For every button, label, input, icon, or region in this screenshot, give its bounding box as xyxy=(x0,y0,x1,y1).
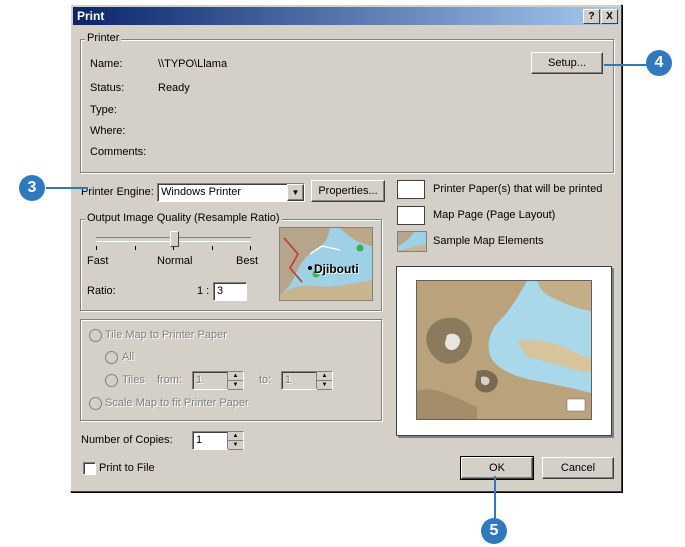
callout-4-line xyxy=(604,64,648,66)
print-to-file-checkbox[interactable] xyxy=(83,462,96,475)
best-label: Best xyxy=(236,255,259,267)
from-label: from: xyxy=(157,374,183,386)
from-spin[interactable]: ▲ ▼ xyxy=(227,372,243,390)
all-radio[interactable] xyxy=(105,351,118,364)
ratio-input[interactable]: 3 xyxy=(213,282,247,301)
map-page-legend-swatch xyxy=(397,206,425,225)
scale-map-radio[interactable] xyxy=(89,397,102,410)
preview-city-label: Djibouti xyxy=(314,262,359,276)
fast-label: Fast xyxy=(87,255,109,267)
copies-label: Number of Copies: xyxy=(81,434,173,446)
tile-map-radio[interactable] xyxy=(89,329,102,342)
paper-legend-label: Printer Paper(s) that will be printed xyxy=(433,183,603,195)
map-preview xyxy=(416,280,592,420)
from-stepper[interactable]: 1 ▲ ▼ xyxy=(192,371,244,390)
tile-map-label: Tile Map to Printer Paper xyxy=(105,329,227,341)
paper-legend-swatch xyxy=(397,180,425,199)
chevron-down-icon[interactable]: ▼ xyxy=(287,184,304,201)
printer-group-title: Printer xyxy=(85,32,122,44)
type-label: Type: xyxy=(90,104,117,116)
printer-engine-value: Windows Printer xyxy=(161,186,242,198)
tick-mark xyxy=(250,246,251,250)
help-button[interactable]: ? xyxy=(583,9,600,24)
tiles-label: Tiles xyxy=(122,374,145,386)
window-title: Print xyxy=(77,9,105,23)
tick-mark xyxy=(96,246,97,250)
printer-engine-label: Printer Engine: xyxy=(81,186,154,198)
to-stepper[interactable]: 1 ▲ ▼ xyxy=(281,371,333,390)
map-elements-legend-label: Sample Map Elements xyxy=(433,235,544,247)
page-preview xyxy=(396,266,612,436)
to-value: 1 xyxy=(285,374,292,386)
callout-4: 4 xyxy=(646,50,672,76)
callout-5-line xyxy=(494,476,496,520)
tick-mark xyxy=(135,246,136,250)
print-dialog: Print ? X Printer Name: \\TYPO\Llama Sta… xyxy=(70,4,622,492)
cancel-button[interactable]: Cancel xyxy=(542,457,614,479)
callout-5: 5 xyxy=(481,518,507,544)
from-value: 1 xyxy=(196,374,203,386)
ok-button[interactable]: OK xyxy=(460,456,534,480)
map-elements-legend-swatch xyxy=(397,231,427,252)
to-label: to: xyxy=(259,374,272,386)
copies-spin[interactable]: ▲ ▼ xyxy=(227,432,243,450)
callout-3-line xyxy=(46,187,88,189)
printer-engine-select[interactable]: Windows Printer ▼ xyxy=(157,183,305,202)
name-label: Name: xyxy=(90,58,123,70)
comments-label: Comments: xyxy=(90,146,147,158)
map-page-legend-label: Map Page (Page Layout) xyxy=(433,209,556,221)
quality-preview-map: Djibouti xyxy=(279,227,373,301)
setup-button[interactable]: Setup... xyxy=(531,52,603,74)
to-spin[interactable]: ▲ ▼ xyxy=(316,372,332,390)
output-quality-title: Output Image Quality (Resample Ratio) xyxy=(85,212,282,224)
scale-map-label: Scale Map to fit Printer Paper xyxy=(105,397,249,409)
ratio-value: 3 xyxy=(217,285,224,297)
quality-slider-thumb[interactable] xyxy=(170,231,179,247)
properties-button[interactable]: Properties... xyxy=(311,180,385,202)
title-bar[interactable]: Print ? X xyxy=(73,7,619,25)
ratio-label: Ratio: xyxy=(87,285,116,297)
copies-stepper[interactable]: 1 ▲ ▼ xyxy=(192,431,244,450)
all-label: All xyxy=(122,351,135,363)
status-label: Status: xyxy=(90,82,125,94)
callout-3: 3 xyxy=(19,175,45,201)
tiles-radio[interactable] xyxy=(105,374,118,387)
name-value: \\TYPO\Llama xyxy=(158,58,228,70)
where-label: Where: xyxy=(90,125,126,137)
close-button[interactable]: X xyxy=(601,9,618,24)
tick-mark xyxy=(212,246,213,250)
print-to-file-label: Print to File xyxy=(99,462,155,474)
copies-value: 1 xyxy=(196,434,203,446)
status-value: Ready xyxy=(158,82,190,94)
ratio-prefix: 1 : xyxy=(197,285,210,297)
normal-label: Normal xyxy=(157,255,193,267)
